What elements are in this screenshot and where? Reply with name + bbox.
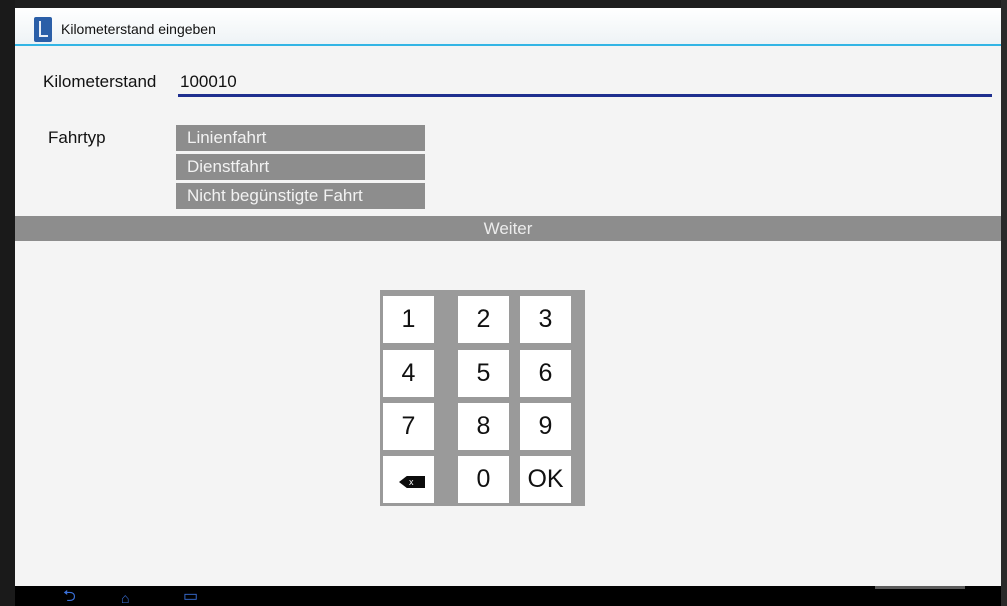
key-0[interactable]: 0 [458,456,509,503]
key-8[interactable]: 8 [458,403,509,450]
weiter-button[interactable]: Weiter [15,216,1001,241]
km-input-underline [178,94,992,97]
fahrtyp-label: Fahrtyp [48,128,106,147]
status-indicator [875,586,965,589]
tablet-frame: Kilometerstand eingeben Kilometerstand 1… [0,0,1007,606]
key-2[interactable]: 2 [458,296,509,343]
key-ok[interactable]: OK [520,456,571,503]
app-screen: Kilometerstand eingeben Kilometerstand 1… [15,8,1001,586]
fahrtyp-dienstfahrt-button[interactable]: Dienstfahrt [176,154,425,180]
home-icon[interactable]: ⌂ [121,591,129,605]
system-navigation-bar: ⮌ ⌂ ▭ [15,586,1001,606]
backspace-x-mark: x [409,477,414,487]
key-1[interactable]: 1 [383,296,434,343]
left-bezel [0,0,15,606]
app-icon [34,17,52,42]
fahrtyp-linienfahrt-button[interactable]: Linienfahrt [176,125,425,151]
right-bezel [1001,0,1007,606]
back-icon[interactable]: ⮌ [63,589,76,605]
key-3[interactable]: 3 [520,296,571,343]
km-label: Kilometerstand [43,72,157,91]
key-7[interactable]: 7 [383,403,434,450]
key-delete[interactable]: x [383,456,434,503]
window-title: Kilometerstand eingeben [61,21,216,37]
key-6[interactable]: 6 [520,350,571,397]
title-bar: Kilometerstand eingeben [15,8,1001,46]
key-4[interactable]: 4 [383,350,434,397]
km-input[interactable]: 100010 [180,72,237,92]
numeric-keypad: 1 2 3 4 5 6 7 8 9 x 0 OK [380,290,585,506]
key-9[interactable]: 9 [520,403,571,450]
top-bezel [0,0,1007,8]
recent-apps-icon[interactable]: ▭ [183,589,198,605]
fahrtyp-nicht-beguenstigt-button[interactable]: Nicht begünstigte Fahrt [176,183,425,209]
key-5[interactable]: 5 [458,350,509,397]
